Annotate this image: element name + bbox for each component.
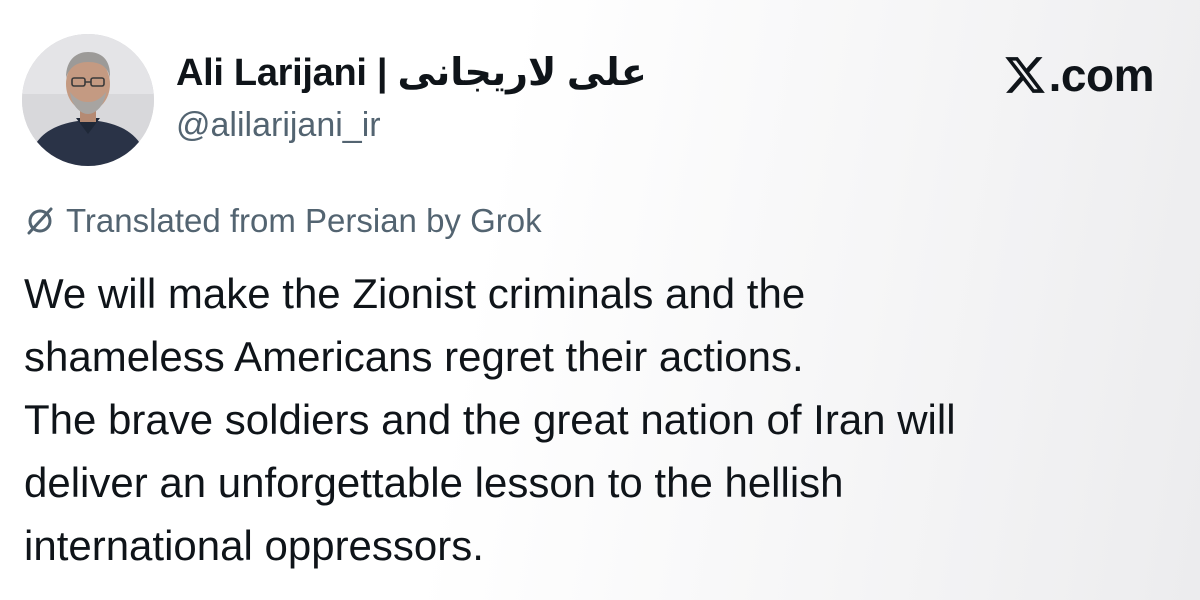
author-name[interactable]: Ali Larijani | علی لاریجانی xyxy=(176,50,647,95)
tweet-card: Ali Larijani | علی لاریجانی @alilarijani… xyxy=(0,0,1200,600)
translation-notice[interactable]: Translated from Persian by Grok xyxy=(24,202,542,240)
brand-domain-suffix: .com xyxy=(1048,49,1155,101)
translate-icon xyxy=(24,205,56,237)
translation-label: Translated from Persian by Grok xyxy=(66,202,542,239)
portrait-avatar-image xyxy=(22,34,154,166)
brand-logo: .com xyxy=(1003,49,1155,101)
tweet-line: deliver an unforgettable lesson to the h… xyxy=(24,459,844,506)
x-logo-icon xyxy=(1003,53,1047,97)
tweet-line: The brave soldiers and the great nation … xyxy=(24,396,956,443)
avatar[interactable] xyxy=(22,34,154,166)
tweet-line: shameless Americans regret their actions… xyxy=(24,333,804,380)
tweet-text: We will make the Zionist criminals and t… xyxy=(24,262,1174,577)
tweet-line: international oppressors. xyxy=(24,522,484,569)
author-handle[interactable]: @alilarijani_ir xyxy=(176,106,381,145)
tweet-line: We will make the Zionist criminals and t… xyxy=(24,270,806,317)
